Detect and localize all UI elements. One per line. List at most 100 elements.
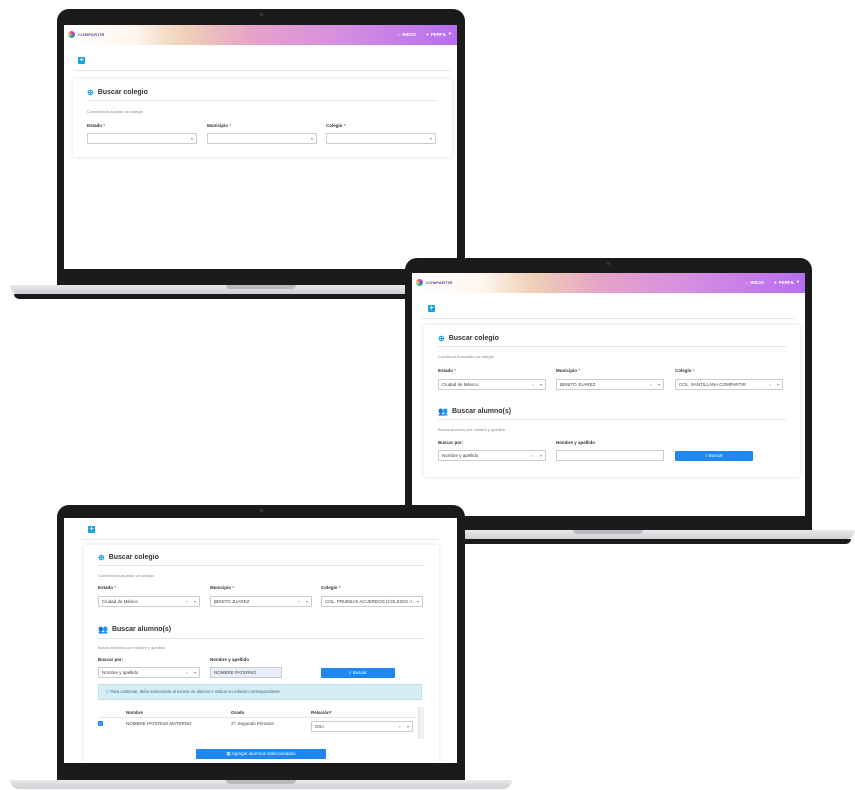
brand-logo[interactable]: COMPARTIR <box>68 31 105 38</box>
clear-icon[interactable]: × <box>532 451 534 460</box>
search-card: ⊕ Buscar colegio Comienza buscando un col… <box>424 325 800 477</box>
chevron-down-icon: ▾ <box>406 724 409 729</box>
brand-logo[interactable]: COMPARTIR <box>416 279 453 286</box>
colegio-select[interactable]: COL. PRUEBAS ACUERDOS (COLEGIO P... × ▾ <box>321 596 423 607</box>
clear-icon[interactable]: × <box>186 597 188 606</box>
users-icon: 👥 <box>98 625 108 634</box>
clear-icon[interactable]: × <box>186 668 188 677</box>
chevron-down-icon: ▾ <box>416 597 419 606</box>
user-icon: ● <box>774 279 777 285</box>
municipio-select[interactable]: ▾ <box>207 133 317 144</box>
name-label: Nombre y apellido <box>556 440 596 445</box>
municipio-select[interactable]: BENITO JUAREZ × ▾ <box>556 379 664 390</box>
search-icon: ⊕ <box>87 88 94 97</box>
screen-3: + ⊕ Buscar colegio Comienza buscando un c… <box>64 518 457 763</box>
name-input[interactable] <box>556 450 664 461</box>
search-by-label: Buscar por: <box>438 440 464 445</box>
estado-select[interactable]: Ciudad de México × ▾ <box>98 596 200 607</box>
search-icon: ⌕ <box>705 453 708 458</box>
chevron-down-icon: ▾ <box>310 136 313 141</box>
add-button[interactable]: + <box>428 305 435 312</box>
logo-mark-icon <box>416 279 423 286</box>
add-students-button[interactable]: ▦ Agregar alumnos seleccionados <box>196 749 326 759</box>
divider <box>98 717 416 718</box>
chevron-down-icon: ▾ <box>657 382 660 387</box>
estado-label: Estado * <box>87 123 106 128</box>
divider <box>422 318 795 319</box>
nav-profile[interactable]: ● PERFIL ▾ <box>774 279 799 285</box>
section-subtitle: Comienza buscando un colegio <box>438 354 494 359</box>
search-by-select[interactable]: Nombre y apellido × ▾ <box>98 667 200 678</box>
screen-1: COMPARTIR ⌂ INICIO ● PERFIL ▾ + ⊕ Buscar col… <box>64 25 457 269</box>
search-icon: ⊕ <box>438 334 445 343</box>
table-scrollbar[interactable] <box>418 707 424 739</box>
estado-select[interactable]: Ciudad de México × ▾ <box>438 379 546 390</box>
clear-icon[interactable]: × <box>532 380 534 389</box>
add-button[interactable]: + <box>88 526 95 533</box>
search-card: ⊕ Buscar colegio Comienza buscando un col… <box>84 545 439 763</box>
divider <box>98 638 425 639</box>
divider <box>87 100 438 101</box>
divider <box>82 539 439 540</box>
screen-2: COMPARTIR ⌂ INICIO ● PERFIL ▾ + ⊕ Buscar col… <box>412 273 805 516</box>
divider <box>438 346 786 347</box>
section-title: Buscar colegio <box>97 89 148 96</box>
clear-icon[interactable]: × <box>399 722 401 731</box>
row-checkbox[interactable]: ✓ <box>98 721 103 726</box>
chevron-down-icon: ▾ <box>305 599 308 604</box>
section-title: Buscar colegio <box>448 335 499 342</box>
municipio-select[interactable]: BENITO JUAREZ × ▾ <box>210 596 312 607</box>
search-icon: ⊕ <box>98 553 105 562</box>
search-button[interactable]: ⌕ Buscar <box>675 451 753 461</box>
chevron-down-icon: ▾ <box>429 136 432 141</box>
municipio-label: Municipio * <box>210 585 235 590</box>
navbar: COMPARTIR ⌂ INICIO ● PERFIL ▾ <box>64 25 457 45</box>
estado-label: Estado * <box>98 585 117 590</box>
section-subtitle: Comienza buscando un colegio <box>87 109 143 114</box>
chevron-down-icon: ▾ <box>193 670 196 675</box>
logo-mark-icon <box>68 31 75 38</box>
chevron-down-icon: ▾ <box>539 453 542 458</box>
add-button[interactable]: + <box>78 57 85 64</box>
plus-icon: + <box>79 57 84 64</box>
chevron-down-icon: ▾ <box>193 599 196 604</box>
name-label: Nombre y apellido <box>210 657 250 662</box>
nav-home[interactable]: ⌂ INICIO <box>746 280 764 285</box>
chevron-down-icon: ▾ <box>776 382 779 387</box>
users-icon: 👥 <box>438 407 448 416</box>
municipio-label: Municipio * <box>207 123 232 128</box>
divider <box>438 419 786 420</box>
section-subtitle: Busca alumnos por nombre y apellido <box>98 645 165 650</box>
nav-profile[interactable]: ● PERFIL ▾ <box>426 31 451 37</box>
colegio-select[interactable]: ▾ <box>326 133 436 144</box>
search-button[interactable]: ⌕ Buscar <box>321 668 395 678</box>
estado-select[interactable]: ▾ <box>87 133 197 144</box>
chevron-down-icon: ▾ <box>448 31 451 36</box>
cell-grado: 2º: Segundo Primaria <box>231 721 274 726</box>
colegio-select[interactable]: COL. SANTILLANA COMPARTIR × ▾ <box>675 379 783 390</box>
municipio-label: Municipio * <box>556 368 581 373</box>
colegio-label: Colegio * <box>675 368 695 373</box>
nav-home[interactable]: ⌂ INICIO <box>398 32 416 37</box>
clear-icon[interactable]: × <box>408 597 411 606</box>
column-header-grado: Grado <box>231 710 245 715</box>
chevron-down-icon: ▾ <box>796 279 799 284</box>
search-by-label: Buscar por: <box>98 657 124 662</box>
plus-icon: + <box>429 305 434 312</box>
relacion-select[interactable]: Otro × ▾ <box>311 721 413 732</box>
user-icon: ● <box>426 31 429 37</box>
estado-label: Estado * <box>438 368 457 373</box>
search-by-select[interactable]: Nombre y apellido × ▾ <box>438 450 546 461</box>
column-header-relacion: Relación* <box>311 710 332 715</box>
search-icon: ⌕ <box>349 670 352 675</box>
colegio-label: Colegio * <box>326 123 346 128</box>
info-alert: ⓘ Para continuar, debe seleccionar al me… <box>98 684 422 700</box>
clear-icon[interactable]: × <box>298 597 300 606</box>
clear-icon[interactable]: × <box>650 380 652 389</box>
section-title: Buscar alumno(s) <box>451 408 512 415</box>
divider <box>74 70 451 71</box>
divider <box>98 565 425 566</box>
home-icon: ⌂ <box>397 31 401 37</box>
name-input[interactable]: NOMBRE PATERNO <box>210 667 282 678</box>
clear-icon[interactable]: × <box>769 380 771 389</box>
